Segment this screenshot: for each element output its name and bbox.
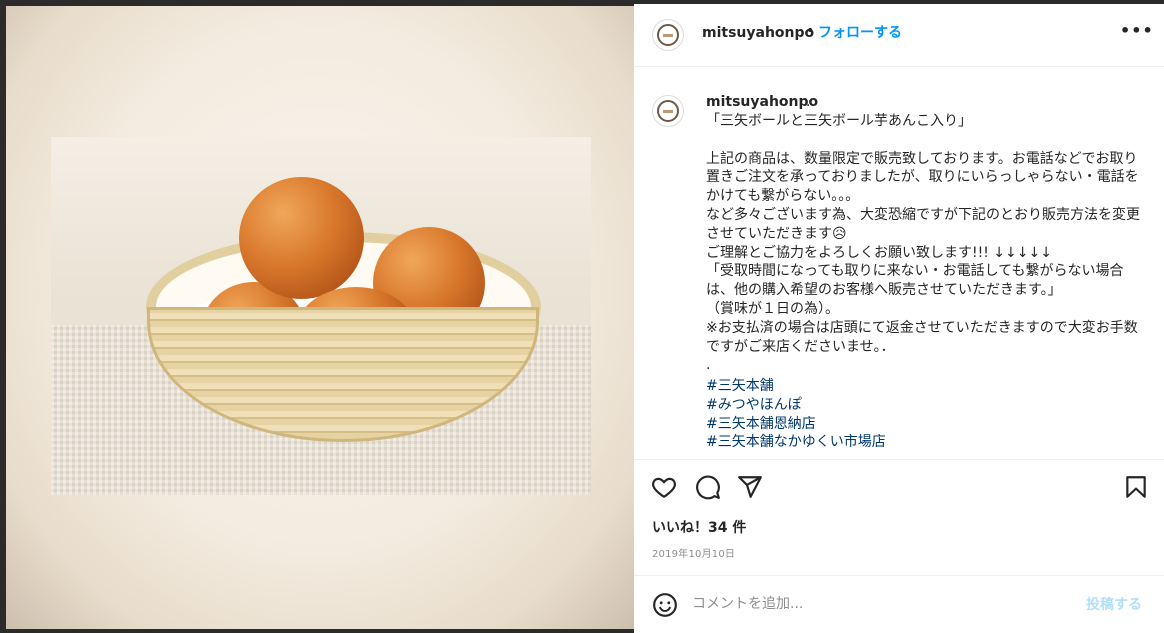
post-comment-button[interactable]: 投稿する	[1086, 594, 1142, 614]
avatar[interactable]	[652, 19, 684, 51]
hashtag-link[interactable]: #三矢本舗恩納店	[706, 415, 1146, 434]
caption-text: 「三矢ボールと三矢ボール芋あんこ入り」 上記の商品は、数量限定で販売致しておりま…	[706, 113, 1140, 374]
instagram-post-modal: mitsuyahonpo • フォローする ••• mitsuyahonpo .…	[0, 0, 1164, 633]
caption-dot: .	[806, 94, 811, 110]
comment-input[interactable]	[692, 590, 1072, 618]
heart-icon[interactable]	[651, 474, 677, 500]
comment-bar: 投稿する	[634, 575, 1164, 633]
header-separator: •	[806, 23, 815, 39]
bookmark-icon[interactable]	[1123, 474, 1149, 500]
caption-area[interactable]: mitsuyahonpo . 「三矢ボールと三矢ボール芋あんこ入り」 上記の商品…	[634, 67, 1164, 459]
hashtag-list: #三矢本舗 #みつやほんぽ #三矢本舗恩納店 #三矢本舗なかゆくい市場店	[706, 377, 1146, 452]
hashtag-link[interactable]: #三矢本舗	[706, 377, 1146, 396]
action-bar	[634, 459, 1164, 511]
emoji-icon[interactable]	[652, 592, 678, 618]
post-date[interactable]: 2019年10月10日	[652, 545, 735, 560]
post-image-panel	[6, 6, 634, 629]
more-options-icon[interactable]: •••	[1120, 21, 1153, 45]
hashtag-link[interactable]: #みつやほんぽ	[706, 396, 1146, 415]
paper-plane-icon[interactable]	[737, 474, 763, 500]
post-header: mitsuyahonpo • フォローする •••	[634, 4, 1164, 67]
avatar[interactable]	[652, 95, 684, 127]
hashtag-link[interactable]: #三矢本舗なかゆくい市場店	[706, 433, 1146, 452]
likes-count[interactable]: いいね！34 件	[652, 517, 746, 537]
post-details-panel: mitsuyahonpo • フォローする ••• mitsuyahonpo .…	[634, 4, 1164, 633]
photo-fried-ball	[239, 177, 364, 299]
post-photo	[51, 137, 591, 495]
comment-bubble-icon[interactable]	[695, 474, 721, 500]
header-username[interactable]: mitsuyahonpo	[702, 25, 814, 41]
follow-button[interactable]: フォローする	[818, 22, 902, 42]
caption-username[interactable]: mitsuyahonpo	[706, 94, 818, 110]
